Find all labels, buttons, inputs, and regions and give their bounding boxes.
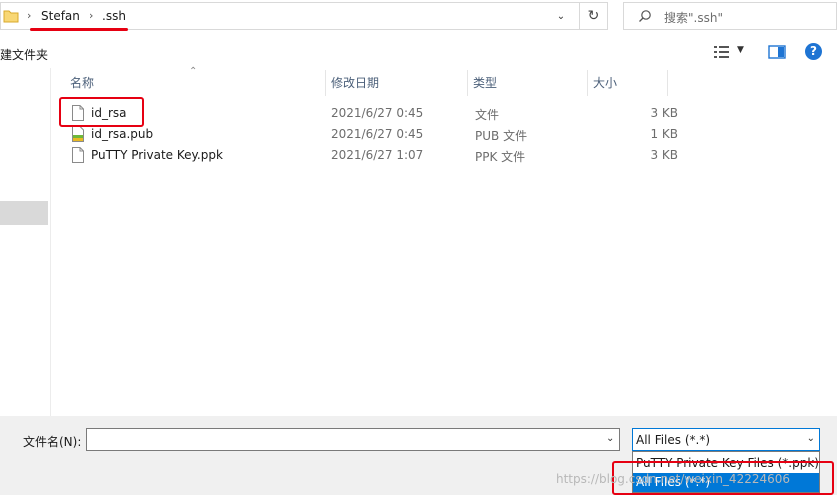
file-size: 3 KB (650, 106, 678, 120)
file-row-id-rsa[interactable]: id_rsa 2021/6/27 0:45 文件 3 KB (68, 103, 688, 124)
view-options-icon[interactable] (713, 45, 731, 62)
search-icon (638, 9, 652, 26)
breadcrumb[interactable]: › Stefan › .ssh ⌄ (0, 2, 608, 30)
command-toolbar: 建文件夹 ▼ ? (0, 38, 837, 68)
red-box-annotation (59, 97, 144, 127)
preview-pane-icon[interactable] (768, 45, 786, 62)
breadcrumb-item-ssh[interactable]: .ssh (102, 9, 126, 23)
view-dropdown-icon[interactable]: ▼ (737, 45, 744, 55)
file-size: 3 KB (650, 148, 678, 162)
column-type[interactable]: 类型 (467, 68, 587, 98)
address-history-dropdown-icon[interactable]: ⌄ (550, 7, 572, 27)
breadcrumb-separator[interactable]: › (89, 9, 93, 22)
search-input[interactable]: 搜索".ssh" (623, 2, 837, 30)
address-bar: › Stefan › .ssh ⌄ ↻ 搜索".ssh" (0, 0, 837, 32)
help-icon[interactable]: ? (805, 43, 822, 60)
file-type: PUB 文件 (475, 129, 528, 143)
file-row-id-rsa-pub[interactable]: id_rsa.pub 2021/6/27 0:45 PUB 文件 1 KB (68, 124, 688, 145)
file-date: 2021/6/27 0:45 (331, 127, 424, 141)
pub-file-icon (72, 126, 84, 145)
breadcrumb-separator[interactable]: › (27, 9, 31, 22)
column-size[interactable]: 大小 (587, 68, 667, 98)
file-date: 2021/6/27 0:45 (331, 106, 424, 120)
nav-selected-item[interactable] (0, 201, 48, 225)
column-date[interactable]: 修改日期 (325, 68, 467, 98)
search-placeholder: 搜索".ssh" (664, 11, 723, 25)
watermark-text: https://blog.csdn.net/weixin_42224606 (556, 472, 791, 486)
filetype-select[interactable]: All Files (*.*) ⌄ (632, 428, 820, 451)
column-divider[interactable] (667, 70, 668, 96)
file-date: 2021/6/27 1:07 (331, 148, 424, 162)
filetype-selected-value: All Files (*.*) (636, 433, 711, 447)
blank-file-icon (72, 147, 84, 166)
refresh-button[interactable]: ↻ (579, 2, 608, 30)
file-name[interactable]: PuTTY Private Key.ppk (91, 148, 223, 162)
breadcrumb-item-stefan[interactable]: Stefan (41, 9, 80, 23)
file-name[interactable]: id_rsa.pub (91, 127, 153, 141)
file-list[interactable]: ⌃ 名称 修改日期 类型 大小 id_rsa 2021/6/27 0:45 文件… (51, 66, 837, 416)
file-row-putty-ppk[interactable]: PuTTY Private Key.ppk 2021/6/27 1:07 PPK… (68, 145, 688, 166)
column-name[interactable]: 名称 (64, 68, 322, 98)
red-underline-annotation (30, 28, 128, 31)
navigation-pane[interactable] (0, 68, 51, 416)
filename-label: 文件名(N): (23, 435, 82, 449)
new-folder-button[interactable]: 建文件夹 (0, 46, 48, 63)
file-type: PPK 文件 (475, 150, 526, 164)
file-type: 文件 (475, 108, 500, 122)
chevron-down-icon[interactable]: ⌄ (807, 433, 815, 444)
column-header: ⌃ 名称 修改日期 类型 大小 (51, 66, 837, 98)
filename-input[interactable] (86, 428, 620, 451)
folder-icon (3, 9, 19, 26)
refresh-icon: ↻ (587, 8, 600, 24)
file-size: 1 KB (650, 127, 678, 141)
